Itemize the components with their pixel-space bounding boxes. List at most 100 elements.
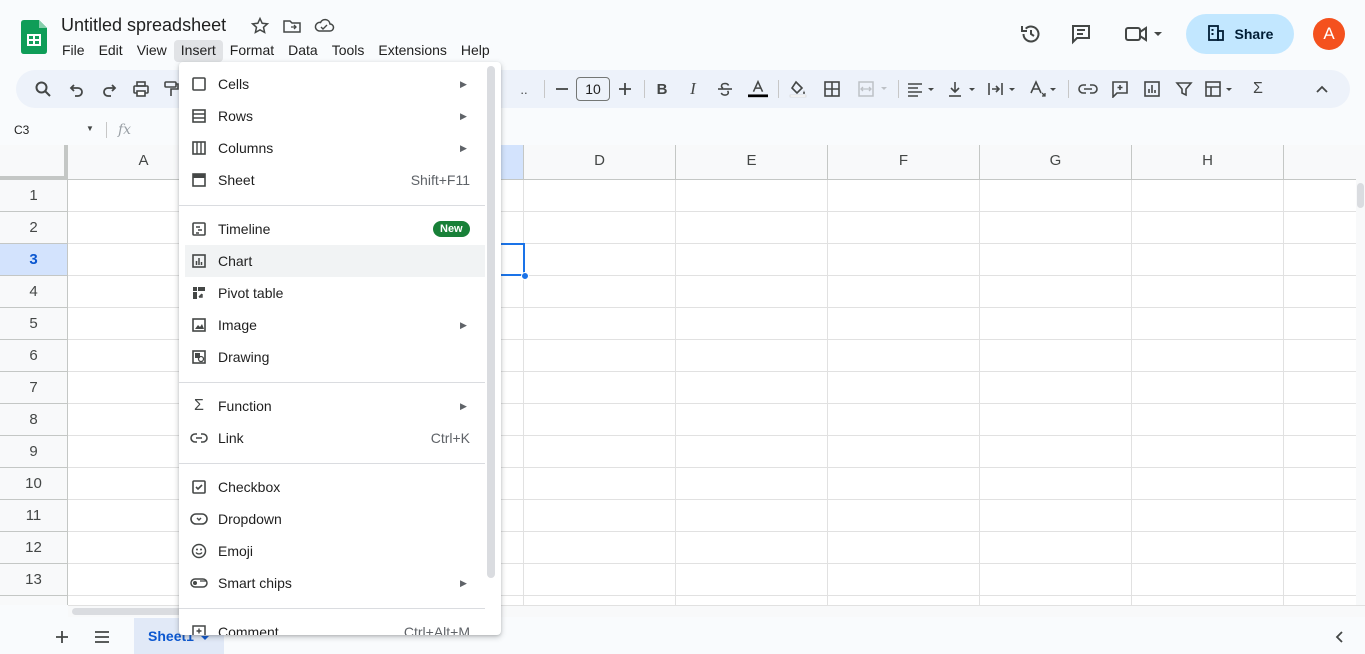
menu-item-cells[interactable]: Cells ▶ bbox=[179, 68, 485, 100]
menu-item-checkbox[interactable]: Checkbox bbox=[179, 471, 485, 503]
name-box-dropdown-icon[interactable]: ▼ bbox=[86, 124, 94, 133]
menu-item-label: Comment bbox=[218, 624, 279, 635]
redo-icon[interactable] bbox=[99, 79, 119, 99]
meet-video-icon[interactable] bbox=[1121, 20, 1165, 48]
menu-item-rows[interactable]: Rows ▶ bbox=[179, 100, 485, 132]
menu-item-emoji[interactable]: Emoji bbox=[179, 535, 485, 567]
row-header-8[interactable]: 8 bbox=[0, 404, 68, 436]
fill-color-icon[interactable] bbox=[788, 79, 808, 99]
menu-data[interactable]: Data bbox=[281, 40, 325, 62]
name-box[interactable]: C3 bbox=[14, 123, 29, 137]
filter-icon[interactable] bbox=[1174, 79, 1194, 99]
row-header-1[interactable]: 1 bbox=[0, 180, 68, 212]
comments-icon[interactable] bbox=[1067, 20, 1095, 48]
menu-item-function[interactable]: Σ Function ▶ bbox=[179, 390, 485, 422]
column-header-h[interactable]: H bbox=[1132, 145, 1284, 180]
vertical-align-icon[interactable] bbox=[947, 79, 981, 99]
select-all-corner[interactable] bbox=[0, 145, 68, 180]
document-title[interactable]: Untitled spreadsheet bbox=[61, 15, 226, 36]
vertical-scroll-thumb[interactable] bbox=[1357, 183, 1364, 208]
borders-icon[interactable] bbox=[822, 79, 842, 99]
print-icon[interactable] bbox=[131, 79, 151, 99]
text-color-icon[interactable] bbox=[748, 79, 768, 99]
paint-format-icon[interactable] bbox=[161, 79, 181, 99]
chevron-left-icon[interactable] bbox=[1328, 626, 1350, 648]
fx-icon: fx bbox=[118, 122, 132, 138]
version-history-icon[interactable] bbox=[1017, 20, 1045, 48]
column-header-i[interactable] bbox=[1284, 145, 1356, 180]
row-header-11[interactable]: 11 bbox=[0, 500, 68, 532]
rows-icon bbox=[190, 107, 208, 125]
insert-comment-icon[interactable] bbox=[1110, 79, 1130, 99]
strikethrough-icon[interactable] bbox=[715, 79, 735, 99]
vertical-scrollbar[interactable] bbox=[1356, 145, 1365, 605]
add-sheet-plus-icon[interactable] bbox=[51, 626, 73, 648]
font-family-dropdown-fragment[interactable]: .. bbox=[516, 79, 532, 99]
column-header-g[interactable]: G bbox=[980, 145, 1132, 180]
row-header-2[interactable]: 2 bbox=[0, 212, 68, 244]
insert-chart-icon[interactable] bbox=[1142, 79, 1162, 99]
column-header-e[interactable]: E bbox=[676, 145, 828, 180]
sheets-logo-icon[interactable] bbox=[21, 20, 47, 54]
fill-handle[interactable] bbox=[521, 272, 529, 280]
row-header-12[interactable]: 12 bbox=[0, 532, 68, 564]
menu-tools[interactable]: Tools bbox=[325, 40, 372, 62]
menu-extensions[interactable]: Extensions bbox=[371, 40, 453, 62]
row-header-6[interactable]: 6 bbox=[0, 340, 68, 372]
gridline bbox=[1283, 180, 1284, 605]
decrease-font-size-icon[interactable] bbox=[552, 79, 572, 99]
row-header-10[interactable]: 10 bbox=[0, 468, 68, 500]
account-avatar[interactable]: A bbox=[1313, 18, 1345, 50]
star-icon[interactable] bbox=[250, 16, 270, 36]
menu-view[interactable]: View bbox=[130, 40, 174, 62]
increase-font-size-icon[interactable] bbox=[615, 79, 635, 99]
functions-sigma-icon[interactable]: Σ bbox=[1248, 79, 1268, 99]
menu-file[interactable]: File bbox=[55, 40, 92, 62]
move-to-folder-icon[interactable] bbox=[282, 16, 302, 36]
share-button[interactable]: Share bbox=[1186, 14, 1294, 54]
insert-link-icon[interactable] bbox=[1078, 79, 1098, 99]
menu-item-chart[interactable]: Chart bbox=[185, 245, 485, 277]
merge-cells-icon[interactable] bbox=[856, 79, 892, 99]
menu-insert[interactable]: Insert bbox=[173, 40, 223, 62]
menu-item-sheet[interactable]: Sheet Shift+F11 bbox=[179, 164, 485, 196]
filter-views-icon[interactable] bbox=[1204, 79, 1238, 99]
menu-item-pivot-table[interactable]: Pivot table bbox=[179, 277, 485, 309]
text-rotation-icon[interactable] bbox=[1028, 79, 1062, 99]
menu-item-dropdown[interactable]: Dropdown bbox=[179, 503, 485, 535]
menu-item-timeline[interactable]: Timeline New bbox=[179, 213, 485, 245]
row-header-9[interactable]: 9 bbox=[0, 436, 68, 468]
menu-item-columns[interactable]: Columns ▶ bbox=[179, 132, 485, 164]
horizontal-align-icon[interactable] bbox=[906, 79, 940, 99]
undo-icon[interactable] bbox=[67, 79, 87, 99]
row-header-5[interactable]: 5 bbox=[0, 308, 68, 340]
menu-format[interactable]: Format bbox=[223, 40, 281, 62]
italic-icon[interactable]: I bbox=[683, 79, 703, 99]
text-wrapping-icon[interactable] bbox=[987, 79, 1021, 99]
toolbar-divider bbox=[1068, 80, 1069, 98]
menu-item-link[interactable]: Link Ctrl+K bbox=[179, 422, 485, 454]
horizontal-scroll-thumb[interactable] bbox=[72, 608, 187, 615]
menu-item-image[interactable]: Image ▶ bbox=[179, 309, 485, 341]
all-sheets-menu-icon[interactable] bbox=[91, 626, 113, 648]
column-header-d[interactable]: D bbox=[524, 145, 676, 180]
search-menus-icon[interactable] bbox=[33, 79, 53, 99]
cloud-saved-icon[interactable] bbox=[313, 16, 335, 36]
bold-icon[interactable]: B bbox=[652, 79, 672, 99]
menu-item-comment[interactable]: Comment Ctrl+Alt+M bbox=[179, 616, 485, 635]
row-header-3[interactable]: 3 bbox=[0, 244, 68, 276]
row-header-14[interactable] bbox=[0, 596, 68, 605]
menu-help[interactable]: Help bbox=[454, 40, 497, 62]
collapse-toolbar-chevron-up-icon[interactable] bbox=[1312, 79, 1332, 99]
row-header-4[interactable]: 4 bbox=[0, 276, 68, 308]
menu-scrollbar[interactable] bbox=[487, 66, 495, 578]
font-size-input[interactable]: 10 bbox=[576, 77, 610, 101]
column-header-f[interactable]: F bbox=[828, 145, 980, 180]
row-header-7[interactable]: 7 bbox=[0, 372, 68, 404]
menu-item-label: Sheet bbox=[218, 172, 255, 188]
menu-item-drawing[interactable]: Drawing bbox=[179, 341, 485, 373]
menu-edit[interactable]: Edit bbox=[92, 40, 130, 62]
smart-chips-icon bbox=[190, 574, 208, 592]
row-header-13[interactable]: 13 bbox=[0, 564, 68, 596]
menu-item-smart-chips[interactable]: Smart chips ▶ bbox=[179, 567, 485, 599]
